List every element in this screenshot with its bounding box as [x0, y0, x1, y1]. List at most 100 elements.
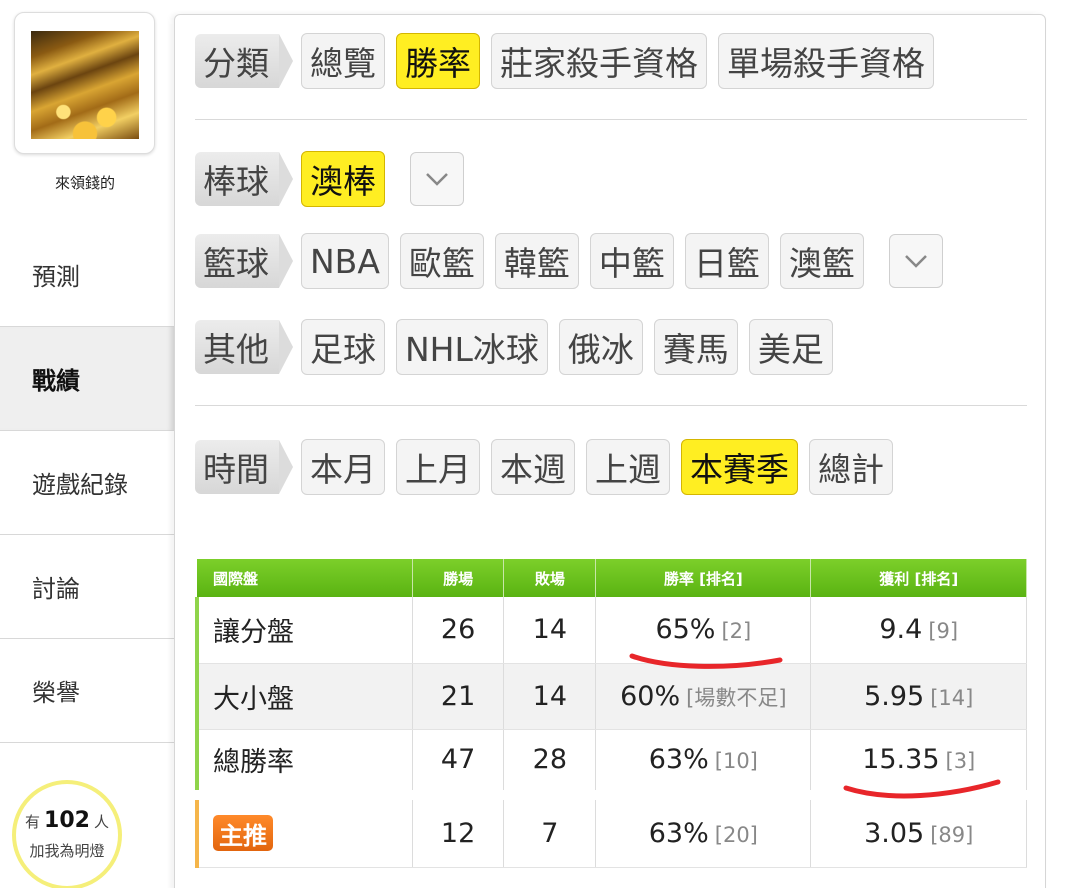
col-header-wins: 勝場 [412, 559, 505, 597]
row-label: 讓分盤 [194, 597, 413, 664]
profit-cell: 5.95 [14] [810, 663, 1027, 730]
section-divider [195, 119, 1027, 120]
profit-rank: [9] [928, 619, 959, 644]
baseball-filter-row: 棒球 澳棒 [195, 151, 464, 207]
sidebar: 來領錢的 預測 戰績 遊戲紀錄 討論 榮譽 有 102 人 加我為明燈 [0, 0, 174, 888]
chip-abl[interactable]: 澳棒 [301, 151, 385, 207]
chip-horse-racing[interactable]: 賽馬 [653, 319, 738, 375]
losses-cell: 14 [503, 597, 597, 664]
chip-last-week[interactable]: 上週 [586, 439, 670, 495]
follow-badge[interactable]: 有 102 人 加我為明燈 [12, 780, 122, 888]
fan-count: 102 [44, 808, 90, 833]
table-row: 大小盤 21 14 60% [場數不足] 5.95 [14] [194, 663, 1027, 730]
chip-russia-hockey[interactable]: 俄冰 [558, 319, 643, 375]
category-label: 分類 [195, 34, 293, 88]
row-label: 大小盤 [194, 663, 413, 730]
time-filter-row: 時間 本月 上月 本週 上週 本賽季 總計 [195, 439, 904, 495]
record-panel: 分類 總覽 勝率 莊家殺手資格 單場殺手資格 棒球 澳棒 籃球 NBA 歐籃 韓… [174, 14, 1046, 888]
chip-this-season[interactable]: 本賽季 [681, 439, 798, 495]
win-rate-cell: 63% [20] [595, 790, 812, 868]
section-divider [195, 405, 1027, 406]
table-row: 總勝率 47 28 63% [10] 15.35 [3] [194, 729, 1027, 796]
wins-cell: 26 [412, 597, 505, 664]
table-row: 讓分盤 26 14 65% [2] 9.4 [9] [194, 597, 1027, 664]
table-row: 主推 12 7 63% [20] 3.05 [89] [194, 790, 1027, 868]
losses-cell: 28 [503, 729, 597, 796]
category-filter-row: 分類 總覽 勝率 莊家殺手資格 單場殺手資格 [195, 33, 945, 89]
win-rate-cell: 65% [2] [595, 597, 812, 664]
basketball-more-button[interactable] [888, 234, 943, 288]
chevron-down-icon [426, 173, 448, 186]
baseball-label: 棒球 [195, 152, 293, 206]
time-label: 時間 [195, 440, 293, 494]
losses-cell: 14 [503, 663, 597, 730]
other-filter-row: 其他 足球 NHL冰球 俄冰 賽馬 美足 [195, 319, 844, 375]
fan-prefix: 有 [25, 813, 41, 831]
profit-cell: 3.05 [89] [810, 790, 1027, 868]
profit-cell: 15.35 [3] [810, 729, 1027, 796]
win-rate-value: 63% [648, 817, 709, 849]
profit-value: 9.4 [879, 614, 923, 646]
follow-cta: 加我為明燈 [29, 842, 105, 860]
losses-cell: 7 [503, 790, 597, 868]
win-rate-value: 60% [620, 680, 681, 712]
win-rate-rank: [場數不足] [686, 685, 787, 710]
win-rate-rank: [10] [714, 749, 758, 774]
chip-this-week[interactable]: 本週 [491, 439, 575, 495]
nav-item-predictions[interactable]: 預測 [0, 222, 174, 326]
profit-rank: [89] [930, 822, 974, 847]
chip-total[interactable]: 總計 [809, 439, 893, 495]
col-header-market: 國際盤 [197, 559, 413, 597]
win-rate-cell: 60% [場數不足] [595, 663, 812, 730]
win-rate-cell: 63% [10] [595, 729, 812, 796]
username[interactable]: 來領錢的 [0, 172, 170, 193]
avatar[interactable] [14, 12, 155, 154]
win-rate-rank: [20] [714, 822, 758, 847]
nav-item-record[interactable]: 戰績 [0, 326, 174, 430]
profit-value: 15.35 [862, 744, 940, 776]
baseball-more-button[interactable] [410, 152, 464, 206]
chip-overview[interactable]: 總覽 [301, 33, 385, 89]
chip-single-game-killer[interactable]: 單場殺手資格 [718, 33, 934, 89]
nav-item-honors[interactable]: 榮譽 [0, 638, 174, 742]
col-header-profit: 獲利 [排名] [810, 559, 1027, 597]
chip-nhl[interactable]: NHL冰球 [396, 319, 548, 375]
profit-rank: [3] [945, 749, 976, 774]
chip-soccer[interactable]: 足球 [301, 319, 385, 375]
chip-japan-basketball[interactable]: 日籃 [684, 233, 769, 289]
featured-badge: 主推 [213, 815, 273, 852]
profit-rank: [14] [930, 685, 974, 710]
nav-item-game-history[interactable]: 遊戲紀錄 [0, 430, 174, 534]
nav-divider [0, 742, 174, 743]
col-header-losses: 敗場 [503, 559, 597, 597]
nav-item-discussion[interactable]: 討論 [0, 534, 174, 638]
chip-last-month[interactable]: 上月 [396, 439, 480, 495]
chip-american-football[interactable]: 美足 [748, 319, 833, 375]
basketball-label: 籃球 [195, 234, 293, 288]
win-rate-rank: [2] [721, 619, 752, 644]
chip-china-basketball[interactable]: 中籃 [589, 233, 674, 289]
other-label: 其他 [195, 320, 293, 374]
row-label-cell: 主推 [194, 790, 413, 868]
chip-bookmaker-killer[interactable]: 莊家殺手資格 [491, 33, 707, 89]
avatar-image [31, 31, 139, 139]
wins-cell: 47 [412, 729, 505, 796]
row-label: 總勝率 [194, 729, 413, 796]
basketball-filter-row: 籃球 NBA 歐籃 韓籃 中籃 日籃 澳籃 [195, 233, 943, 289]
profit-cell: 9.4 [9] [810, 597, 1027, 664]
chip-this-month[interactable]: 本月 [301, 439, 385, 495]
wins-cell: 21 [412, 663, 505, 730]
table-header-row: 國際盤 勝場 敗場 勝率 [排名] 獲利 [排名] [197, 559, 1027, 597]
chip-win-rate[interactable]: 勝率 [396, 33, 480, 89]
stats-table: 國際盤 勝場 敗場 勝率 [排名] 獲利 [排名] 讓分盤 26 14 65%[… [194, 559, 1027, 868]
profit-value: 5.95 [864, 680, 925, 712]
chevron-down-icon [905, 255, 927, 268]
wins-cell: 12 [412, 790, 505, 868]
win-rate-value: 65% [655, 614, 716, 646]
fan-count-line: 有 102 人 [16, 808, 118, 833]
chip-nba[interactable]: NBA [301, 233, 389, 289]
chip-australia-basketball[interactable]: 澳籃 [779, 233, 864, 289]
chip-korea-basketball[interactable]: 韓籃 [494, 233, 579, 289]
fan-suffix: 人 [93, 813, 109, 831]
chip-euro-basketball[interactable]: 歐籃 [399, 233, 484, 289]
